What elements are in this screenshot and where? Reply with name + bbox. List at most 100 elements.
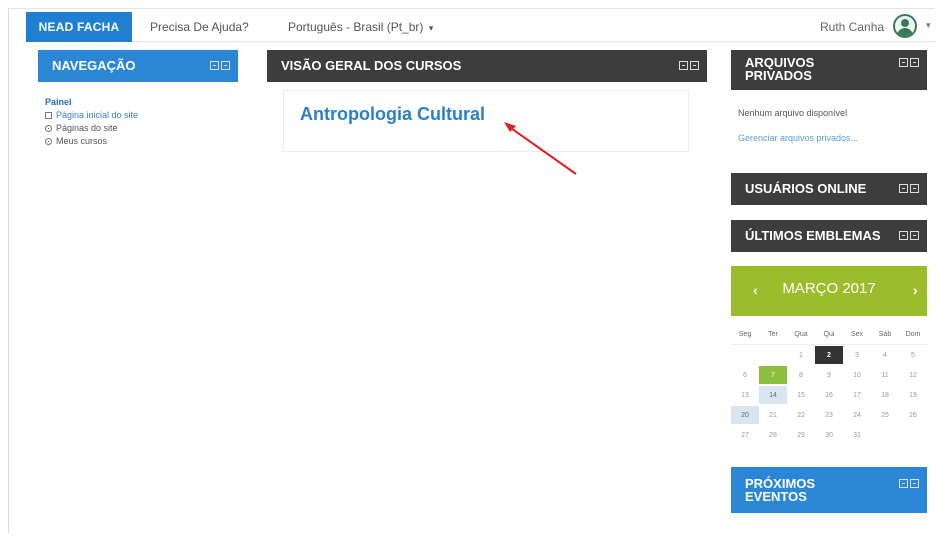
nav-item-label: Página inicial do site	[56, 110, 139, 120]
calendar-day[interactable]: 23	[815, 406, 843, 424]
upcoming-events-title-line2: EVENTOS	[745, 489, 807, 504]
weekday: Qui	[823, 330, 835, 338]
nav-item-label: Páginas do site	[56, 123, 118, 133]
course-overview-title: VISÃO GERAL DOS CURSOS	[281, 58, 462, 73]
brand-link[interactable]: NEAD FACHA	[26, 12, 132, 42]
dock-icon[interactable]	[899, 479, 908, 488]
dock-icon[interactable]	[899, 58, 908, 67]
nav-root-painel[interactable]: Painel	[45, 96, 138, 109]
calendar-day-highlight[interactable]: 14	[759, 386, 787, 404]
calendar-day	[759, 346, 787, 364]
calendar-day-highlight[interactable]: 20	[731, 406, 759, 424]
latest-badges-header: ÚLTIMOS EMBLEMAS	[731, 220, 927, 252]
calendar-day	[871, 426, 899, 444]
calendar-day[interactable]: 29	[787, 426, 815, 444]
nav-item-label: Meus cursos	[56, 136, 108, 146]
chevron-right-icon[interactable]: ›	[913, 282, 918, 298]
calendar-day[interactable]: 5	[899, 346, 927, 364]
weekday: Dom	[905, 330, 921, 338]
calendar-week: 27 28 29 30 31	[731, 425, 927, 445]
expand-icon	[45, 138, 52, 145]
calendar-day[interactable]: 9	[815, 366, 843, 384]
avatar[interactable]	[893, 14, 917, 38]
private-files-header: ARQUIVOS PRIVADOS	[731, 50, 927, 90]
dock-icon[interactable]	[679, 61, 688, 70]
collapse-icon[interactable]	[910, 479, 919, 488]
calendar-header: ‹ MARÇO 2017 ›	[731, 266, 927, 316]
dock-icon[interactable]	[899, 231, 908, 240]
calendar-day	[899, 426, 927, 444]
expand-icon	[45, 125, 52, 132]
block-controls	[899, 184, 919, 193]
nav-item-my-courses[interactable]: Meus cursos	[45, 135, 138, 148]
block-controls	[899, 58, 919, 67]
calendar-day[interactable]: 10	[843, 366, 871, 384]
calendar-day[interactable]: 30	[815, 426, 843, 444]
weekday: Sex	[850, 330, 864, 338]
calendar-day[interactable]: 22	[787, 406, 815, 424]
calendar-day[interactable]: 11	[871, 366, 899, 384]
language-label: Português - Brasil (Pt_br)	[288, 20, 424, 34]
calendar-day[interactable]: 18	[871, 386, 899, 404]
user-avatar-icon	[901, 19, 909, 27]
user-menu-chevron-icon[interactable]: ▾	[926, 12, 931, 38]
online-users-title: USUÁRIOS ONLINE	[745, 181, 867, 196]
collapse-icon[interactable]	[690, 61, 699, 70]
block-controls	[899, 479, 919, 488]
dock-icon[interactable]	[210, 61, 219, 70]
user-avatar-body	[897, 28, 913, 36]
weekday: Seg	[738, 330, 752, 338]
calendar-day[interactable]: 21	[759, 406, 787, 424]
help-menu[interactable]: Precisa De Ajuda?	[150, 12, 249, 42]
calendar-day[interactable]: 12	[899, 366, 927, 384]
calendar-day[interactable]: 6	[731, 366, 759, 384]
calendar-weekdays: Seg Ter Qua Qui Sex Sáb Dom	[731, 324, 927, 344]
upcoming-events-header: PRÓXIMOS EVENTOS	[731, 467, 927, 513]
nav-item-site-home[interactable]: Página inicial do site	[45, 109, 138, 122]
calendar-day[interactable]: 3	[843, 346, 871, 364]
calendar-week: 1 2 3 4 5	[731, 345, 927, 365]
collapse-icon[interactable]	[221, 61, 230, 70]
collapse-icon[interactable]	[910, 184, 919, 193]
latest-badges-title: ÚLTIMOS EMBLEMAS	[745, 228, 881, 243]
calendar-week: 6 7 8 9 10 11 12	[731, 365, 927, 385]
block-controls	[679, 61, 699, 70]
calendar-day[interactable]: 16	[815, 386, 843, 404]
nav-item-site-pages[interactable]: Páginas do site	[45, 122, 138, 135]
calendar-day[interactable]: 19	[899, 386, 927, 404]
weekday: Sáb	[878, 330, 892, 338]
dock-icon[interactable]	[899, 184, 908, 193]
block-controls	[899, 231, 919, 240]
language-menu[interactable]: Português - Brasil (Pt_br) ▾	[288, 12, 433, 43]
calendar-day[interactable]: 15	[787, 386, 815, 404]
calendar-day[interactable]: 24	[843, 406, 871, 424]
course-link[interactable]: Antropologia Cultural	[300, 104, 485, 125]
calendar-week: 20 21 22 23 24 25 26	[731, 405, 927, 425]
calendar-day[interactable]: 17	[843, 386, 871, 404]
calendar-day[interactable]: 13	[731, 386, 759, 404]
calendar-day[interactable]: 1	[787, 346, 815, 364]
private-files-title-line2: PRIVADOS	[745, 68, 812, 83]
calendar-day	[731, 346, 759, 364]
collapse-icon[interactable]	[910, 58, 919, 67]
calendar-title: MARÇO 2017	[782, 280, 876, 297]
navigation-title: NAVEGAÇÃO	[52, 58, 136, 73]
calendar-day[interactable]: 4	[871, 346, 899, 364]
calendar-day[interactable]: 8	[787, 366, 815, 384]
calendar-day[interactable]: 27	[731, 426, 759, 444]
weekday: Qua	[794, 330, 808, 338]
calendar-day-today[interactable]: 2	[815, 346, 843, 364]
collapse-icon[interactable]	[910, 231, 919, 240]
calendar-day[interactable]: 25	[871, 406, 899, 424]
calendar-day[interactable]: 28	[759, 426, 787, 444]
calendar-grid: Seg Ter Qua Qui Sex Sáb Dom 1 2 3 4 5 6 …	[731, 324, 927, 445]
online-users-header: USUÁRIOS ONLINE	[731, 173, 927, 205]
annotation-arrow-icon	[504, 122, 577, 175]
calendar-day-event[interactable]: 7	[759, 366, 787, 384]
course-overview-header: VISÃO GERAL DOS CURSOS	[267, 50, 707, 82]
manage-files-link[interactable]: Gerenciar arquivos privados...	[738, 133, 858, 143]
user-name[interactable]: Ruth Canha	[820, 12, 884, 42]
calendar-day[interactable]: 31	[843, 426, 871, 444]
navigation-block-header: NAVEGAÇÃO	[38, 50, 238, 82]
calendar-day[interactable]: 26	[899, 406, 927, 424]
